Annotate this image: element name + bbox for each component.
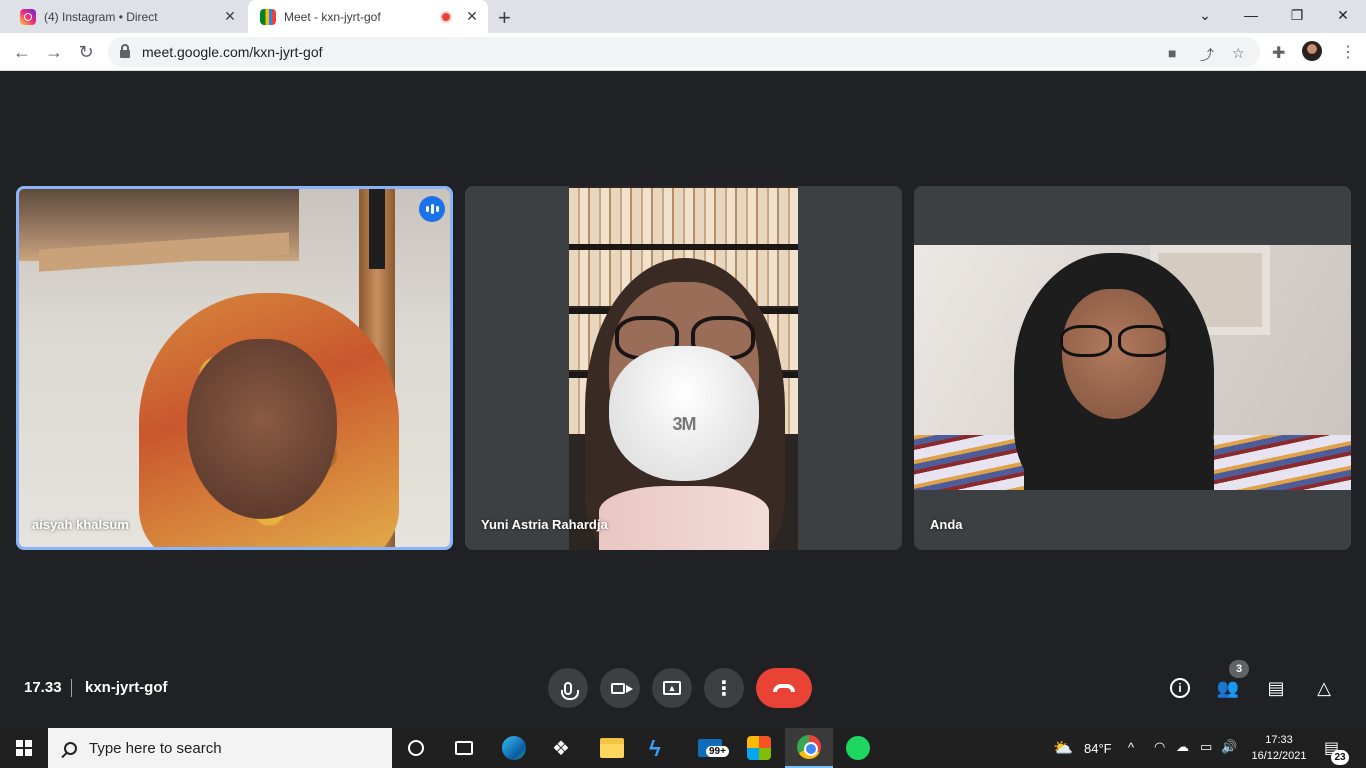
participant-video — [19, 189, 450, 547]
notification-count-badge: 23 — [1331, 750, 1349, 765]
people-button[interactable]: 👥 — [1216, 676, 1240, 700]
people-count-badge: 3 — [1229, 660, 1249, 678]
cortana-button[interactable] — [392, 728, 440, 768]
start-button[interactable] — [0, 728, 48, 768]
show-hidden-icons-chevron-icon[interactable]: ^ — [1128, 740, 1134, 755]
taskbar-app-spotify[interactable] — [834, 728, 882, 768]
participant-name: Anda — [930, 517, 963, 532]
participant-video: 3M — [569, 186, 798, 550]
clock-date: 16/12/2021 — [1251, 750, 1307, 762]
participant-tile[interactable]: aisyah khalsum — [16, 186, 453, 550]
address-bar[interactable]: meet.google.com/kxn-jyrt-gof ■ ⤴ ☆ — [108, 37, 1260, 67]
folder-icon — [600, 738, 624, 758]
search-placeholder: Type here to search — [89, 739, 222, 757]
more-options-button[interactable]: ⋮ — [704, 668, 744, 708]
participant-name: aisyah khalsum — [32, 517, 129, 532]
share-icon[interactable]: ⤴ — [1200, 45, 1214, 65]
mail-unread-badge: 99+ — [706, 746, 729, 757]
microphone-button[interactable] — [548, 668, 588, 708]
tab-search-chevron-icon[interactable]: ⌄ — [1182, 0, 1228, 30]
store-icon — [747, 736, 771, 760]
edge-icon — [502, 736, 526, 760]
tab-close-icon[interactable]: ✕ — [462, 8, 482, 25]
recording-indicator-icon — [440, 10, 452, 23]
reload-button[interactable]: ↻ — [74, 40, 98, 64]
taskbar-app-file-explorer[interactable] — [588, 728, 636, 768]
leave-call-button[interactable] — [756, 668, 812, 708]
taskbar-app-dropbox[interactable]: ❖ — [540, 728, 588, 768]
meeting-code: kxn-jyrt-gof — [85, 679, 168, 696]
spotify-icon — [846, 736, 870, 760]
instagram-icon — [20, 8, 36, 25]
search-icon — [64, 741, 77, 755]
divider — [71, 679, 72, 697]
battery-icon[interactable]: ▭ — [1200, 739, 1212, 755]
restore-button[interactable]: ❐ — [1274, 0, 1320, 30]
taskbar-app-editor[interactable]: ϟ — [637, 728, 685, 768]
chat-button[interactable]: ▤ — [1264, 676, 1288, 700]
lock-icon[interactable] — [120, 44, 130, 58]
onedrive-cloud-icon[interactable]: ☁ — [1176, 739, 1189, 755]
taskbar-app-chrome[interactable] — [785, 728, 833, 768]
minimize-button[interactable]: — — [1228, 0, 1274, 30]
present-screen-button[interactable]: ▲ — [652, 668, 692, 708]
clock-time: 17:33 — [1265, 734, 1293, 746]
url-text[interactable]: meet.google.com/kxn-jyrt-gof — [142, 44, 323, 60]
taskbar-app-store[interactable] — [735, 728, 783, 768]
tab-close-icon[interactable]: ✕ — [220, 8, 240, 25]
taskbar-app-edge[interactable] — [490, 728, 538, 768]
participant-name: Yuni Astria Rahardja — [481, 517, 608, 532]
extensions-icon[interactable]: ✚ — [1272, 43, 1285, 63]
tab-title: Meet - kxn-jyrt-gof — [284, 9, 381, 24]
taskbar-search[interactable]: Type here to search — [48, 728, 392, 768]
mask-logo: 3M — [672, 414, 696, 434]
volume-icon[interactable]: 🔊 — [1221, 739, 1237, 755]
participant-video — [914, 245, 1351, 490]
participant-tile-self[interactable]: Anda — [914, 186, 1351, 550]
windows-logo-icon — [16, 740, 32, 756]
meeting-details-button[interactable]: i — [1168, 676, 1192, 700]
tab-strip: (4) Instagram • Direct ✕ Meet - kxn-jyrt… — [0, 0, 1366, 33]
hang-up-icon — [773, 684, 795, 692]
profile-avatar[interactable] — [1302, 41, 1322, 61]
tab-meet[interactable]: Meet - kxn-jyrt-gof ✕ — [248, 0, 488, 33]
close-window-button[interactable]: ✕ — [1320, 0, 1366, 30]
browser-toolbar: ← → ↻ meet.google.com/kxn-jyrt-gof ■ ⤴ ☆ — [0, 33, 1366, 71]
wifi-icon[interactable]: ◠ — [1154, 739, 1165, 755]
editor-icon: ϟ — [649, 736, 661, 761]
camera-icon — [611, 682, 633, 694]
meeting-time: 17.33 — [24, 679, 62, 696]
cortana-icon — [408, 740, 424, 756]
info-icon: i — [1170, 678, 1190, 698]
face-mask: 3M — [609, 346, 759, 481]
weather-temperature[interactable]: 84°F — [1084, 741, 1112, 756]
back-button[interactable]: ← — [10, 40, 34, 64]
speaking-indicator-icon — [419, 196, 445, 222]
tab-title: (4) Instagram • Direct — [44, 9, 158, 24]
dropbox-icon: ❖ — [552, 738, 570, 760]
google-meet-icon — [260, 8, 276, 25]
weather-icon[interactable]: ⛅ — [1053, 738, 1073, 758]
forward-button[interactable]: → — [42, 40, 66, 64]
task-view-button[interactable] — [440, 728, 488, 768]
task-view-icon — [455, 741, 473, 755]
camera-in-use-icon[interactable]: ■ — [1168, 45, 1176, 61]
chrome-icon — [797, 735, 821, 759]
present-screen-icon: ▲ — [663, 681, 681, 695]
bookmark-star-icon[interactable]: ☆ — [1232, 45, 1245, 62]
tab-instagram[interactable]: (4) Instagram • Direct ✕ — [8, 0, 246, 33]
camera-button[interactable] — [600, 668, 640, 708]
taskbar-clock[interactable]: 17:33 16/12/2021 — [1250, 732, 1308, 764]
activities-button[interactable]: △ — [1312, 676, 1336, 700]
participant-tile[interactable]: 3M Yuni Astria Rahardja — [465, 186, 902, 550]
microphone-icon — [561, 681, 579, 700]
new-tab-button[interactable]: + — [498, 5, 511, 31]
chrome-menu-icon[interactable]: ⋮ — [1340, 42, 1356, 62]
